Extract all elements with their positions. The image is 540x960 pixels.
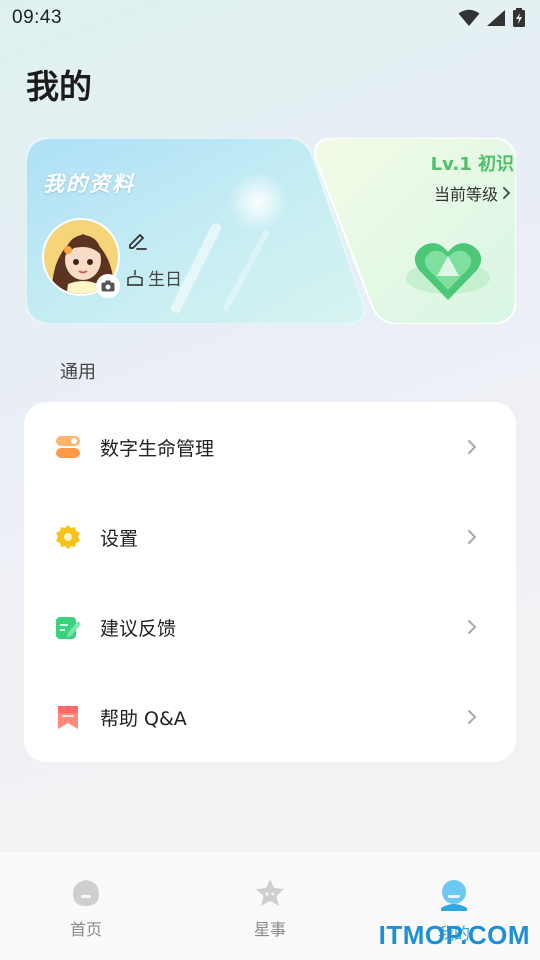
level-name: Lv.1 初识 xyxy=(430,154,514,175)
toggle-icon xyxy=(56,436,80,458)
menu-item-label: 帮助 Q&A xyxy=(100,707,187,730)
status-bar: 09:43 xyxy=(0,0,540,36)
cake-icon xyxy=(127,269,143,286)
chevron-right-icon xyxy=(468,530,477,544)
menu-item-label: 设置 xyxy=(100,527,139,550)
home-icon xyxy=(73,880,99,906)
menu-item-settings[interactable]: 设置 xyxy=(24,492,516,582)
nav-item-home[interactable]: 首页 xyxy=(46,878,126,940)
signal-icon xyxy=(487,10,505,26)
status-icons xyxy=(458,8,526,28)
feedback-icon xyxy=(56,617,81,639)
chevron-right-icon xyxy=(468,440,477,454)
profile-card-title: 我的资料 xyxy=(43,172,135,196)
birthday-field[interactable]: 生日 xyxy=(126,265,182,290)
menu-item-feedback[interactable]: 建议反馈 xyxy=(24,582,516,672)
section-label-general: 通用 xyxy=(60,362,96,383)
watermark: ITMOP.COM xyxy=(378,920,530,950)
page-title: 我的 xyxy=(26,67,92,106)
menu-item-digital-life[interactable]: 数字生命管理 xyxy=(24,402,516,492)
nav-item-star[interactable]: 星事 xyxy=(230,878,310,940)
gear-icon xyxy=(56,525,80,549)
chevron-right-icon xyxy=(468,710,477,724)
star-icon xyxy=(256,879,284,906)
menu-item-label: 建议反馈 xyxy=(100,617,177,640)
bookmark-icon xyxy=(58,706,78,729)
edit-icon[interactable] xyxy=(126,229,148,251)
chevron-right-icon xyxy=(503,187,511,199)
profile-icon xyxy=(441,880,467,911)
current-level-label: 当前等级 xyxy=(433,185,498,204)
menu-item-help[interactable]: 帮助 Q&A xyxy=(24,672,516,762)
battery-charging-icon xyxy=(513,8,525,27)
wifi-icon xyxy=(458,9,480,26)
heart-badge-icon xyxy=(406,243,490,300)
menu-item-label: 数字生命管理 xyxy=(100,437,215,460)
nav-label: 首页 xyxy=(69,920,102,939)
current-level-link[interactable]: 当前等级 xyxy=(434,181,512,205)
camera-icon[interactable] xyxy=(96,274,120,298)
birthday-label: 生日 xyxy=(148,270,182,290)
status-time: 09:43 xyxy=(12,7,63,28)
nav-label: 星事 xyxy=(253,920,286,939)
menu-card: 数字生命管理 设置 建议反馈 帮助 Q&A xyxy=(24,402,516,762)
chevron-right-icon xyxy=(468,620,477,634)
